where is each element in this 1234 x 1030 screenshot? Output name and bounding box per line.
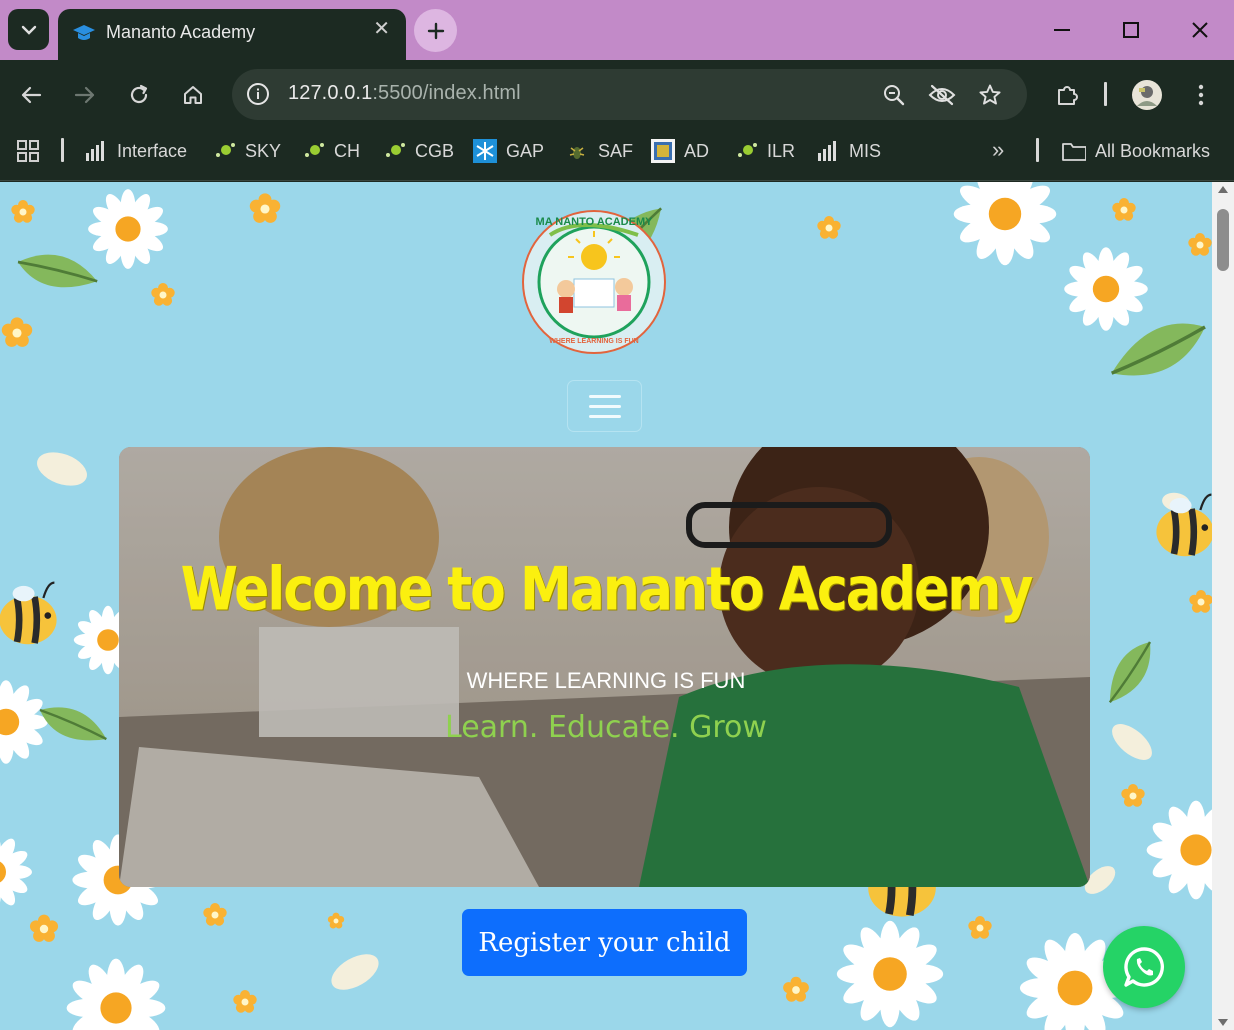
satellite-icon xyxy=(734,140,758,162)
close-window-button[interactable] xyxy=(1180,13,1220,47)
chevron-down-icon xyxy=(21,25,36,35)
bookmark-label: CH xyxy=(334,140,360,161)
bookmark-label: MIS xyxy=(849,140,882,161)
bookmarks-bar: Interface SKY CH CGB GAP SAF AD ILR MIS … xyxy=(0,128,1234,181)
reload-icon xyxy=(130,84,148,104)
bookmark-label: Interface xyxy=(117,140,188,161)
maximize-icon xyxy=(1123,22,1139,38)
close-icon xyxy=(1192,22,1208,38)
profile-avatar[interactable] xyxy=(1130,78,1164,112)
arrow-right-icon xyxy=(74,86,95,104)
bar-chart-icon xyxy=(84,140,108,162)
scroll-thumb[interactable] xyxy=(1217,209,1229,271)
reload-button[interactable] xyxy=(122,78,156,112)
satellite-icon xyxy=(382,140,406,162)
site-info-icon[interactable] xyxy=(245,81,271,107)
new-tab-button[interactable] xyxy=(414,9,457,52)
bookmark-label: GAP xyxy=(506,140,545,161)
kebab-menu-icon xyxy=(1198,84,1204,106)
tab-search-button[interactable] xyxy=(8,9,49,50)
all-bookmarks-button[interactable]: All Bookmarks xyxy=(1062,139,1210,163)
classroom-photo xyxy=(119,447,1090,887)
browser-menu-button[interactable] xyxy=(1184,78,1218,112)
hamburger-line xyxy=(588,394,621,398)
whatsapp-button[interactable] xyxy=(1103,926,1185,1008)
bug-icon xyxy=(565,140,589,162)
extensions-button[interactable] xyxy=(1051,78,1085,112)
scroll-down-arrow-icon[interactable] xyxy=(1218,1019,1228,1026)
home-icon xyxy=(184,86,202,104)
bookmark-label: AD xyxy=(684,140,710,161)
bookmark-ilr[interactable]: ILR xyxy=(734,139,795,163)
academy-logo: MA NANTO ACADEMY WHERE LEARNING IS FUN xyxy=(522,210,666,354)
bookmark-gap[interactable]: GAP xyxy=(473,139,544,163)
logo-top-text: MA NANTO ACADEMY xyxy=(536,216,654,228)
more-bookmarks-icon[interactable]: » xyxy=(992,137,1004,163)
hero-image xyxy=(119,447,1090,887)
nav-toggle-button[interactable] xyxy=(567,380,642,432)
minimize-button[interactable] xyxy=(1042,13,1082,47)
register-child-button[interactable]: Register your child xyxy=(462,909,747,976)
hamburger-line xyxy=(588,414,621,418)
forward-button[interactable] xyxy=(68,78,102,112)
bookmark-interface[interactable]: Interface xyxy=(84,139,187,163)
url-text[interactable]: 127.0.0.1:5500/index.html xyxy=(288,82,521,105)
all-bookmarks-label: All Bookmarks xyxy=(1095,140,1211,161)
bookmark-sky[interactable]: SKY xyxy=(212,139,281,163)
snowflake-icon xyxy=(473,139,497,163)
satellite-icon xyxy=(212,140,236,162)
address-bar[interactable]: 127.0.0.1:5500/index.html xyxy=(232,69,1027,120)
avatar xyxy=(1132,80,1162,110)
close-tab-icon[interactable]: ✕ xyxy=(373,19,390,39)
whatsapp-icon xyxy=(1124,947,1164,987)
minimize-icon xyxy=(1054,29,1070,31)
bookmark-cgb[interactable]: CGB xyxy=(382,139,454,163)
bookmarks-divider xyxy=(1036,138,1039,162)
url-host: 127.0.0.1 xyxy=(288,82,373,104)
puzzle-icon xyxy=(1058,86,1078,105)
tab-title: Mananto Academy xyxy=(106,22,256,42)
toolbar-divider xyxy=(1104,82,1107,106)
hero-title: Welcome to Mananto Academy xyxy=(180,555,1034,625)
browser-titlebar: Mananto Academy ✕ xyxy=(0,0,1234,60)
graduation-cap-icon xyxy=(72,22,96,49)
star-icon[interactable] xyxy=(976,81,1004,109)
hero-tagline: Learn. Educate. Grow xyxy=(445,710,767,745)
hero-subtitle: WHERE LEARNING IS FUN xyxy=(466,668,746,693)
bookmark-label: CGB xyxy=(415,140,455,161)
zoom-icon[interactable] xyxy=(880,81,908,109)
scroll-up-arrow-icon[interactable] xyxy=(1218,186,1228,193)
page-scrollbar[interactable] xyxy=(1212,182,1234,1030)
ad-logo-icon xyxy=(651,139,675,163)
logo-bottom-text: WHERE LEARNING IS FUN xyxy=(549,338,638,345)
active-tab[interactable]: Mananto Academy ✕ xyxy=(58,9,406,60)
bookmark-ch[interactable]: CH xyxy=(301,139,360,163)
hamburger-line xyxy=(588,404,621,408)
maximize-button[interactable] xyxy=(1111,13,1151,47)
bookmark-mis[interactable]: MIS xyxy=(816,139,881,163)
back-button[interactable] xyxy=(14,78,48,112)
bookmark-label: SKY xyxy=(245,140,282,161)
bar-chart-icon xyxy=(816,140,840,162)
plus-icon xyxy=(427,22,444,39)
bookmark-label: SAF xyxy=(598,140,634,161)
home-button[interactable] xyxy=(176,78,210,112)
apps-grid-icon[interactable] xyxy=(17,140,39,167)
arrow-left-icon xyxy=(21,86,42,104)
bookmark-saf[interactable]: SAF xyxy=(565,139,633,163)
url-path: :5500/index.html xyxy=(372,82,521,104)
page-viewport: MA NANTO ACADEMY WHERE LEARNING IS FUN W… xyxy=(0,182,1212,1030)
bookmark-label: ILR xyxy=(767,140,796,161)
eye-off-icon[interactable] xyxy=(928,81,956,109)
bookmark-ad[interactable]: AD xyxy=(651,139,709,163)
satellite-icon xyxy=(301,140,325,162)
bookmarks-divider xyxy=(61,138,64,162)
browser-toolbar: 127.0.0.1:5500/index.html xyxy=(0,60,1234,128)
folder-icon xyxy=(1062,140,1086,162)
